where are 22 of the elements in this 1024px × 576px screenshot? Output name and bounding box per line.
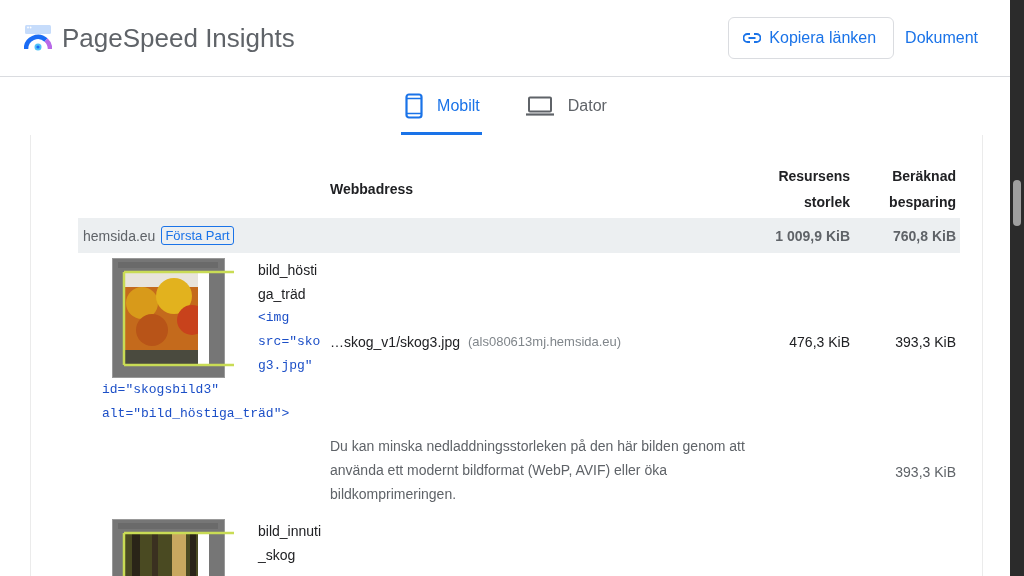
estimated-saving: 393,3 KiB (895, 333, 956, 350)
domain-name: hemsida.eu (82, 227, 156, 244)
device-tab[interactable]: Dator (521, 77, 609, 135)
column-header: Webbadress (330, 180, 413, 199)
estimated-saving: 393,3 KiB (895, 464, 956, 480)
column-header: Beräknad besparing (888, 167, 956, 212)
saving-description: Du kan minska nedladdningsstorleken på den här bilden genom att använda ett modernt bildformat (WebP, AVIF) eller öka bildkomprimeringen. (330, 437, 746, 504)
html-snippet: <img src="skog3.jpg" (258, 309, 322, 375)
node-label: bild_höstiga_träd (258, 261, 319, 304)
node-label: bild_innuti_skog (258, 522, 322, 565)
device-tab[interactable]: Mobilt (401, 77, 482, 135)
first-party-tag: Första Part (161, 226, 234, 245)
copy-link-button[interactable]: Kopiera länken (728, 17, 895, 59)
column-header: Resursens storlek (777, 167, 850, 212)
host-name: (als080613mj.hemsida.eu) (467, 334, 622, 349)
total-saving: 760,8 KiB (892, 227, 956, 244)
total-size: 1 009,9 KiB (775, 227, 850, 244)
resource-url: …skog_v1/skog3.jpg (330, 333, 460, 350)
app-title: PageSpeed Insights (62, 22, 295, 54)
html-snippet: id="skogsbild3" alt="bild_höstiga_träd"> (102, 381, 291, 423)
documentation-link[interactable]: Dokument (905, 29, 978, 47)
resource-size: 476,3 KiB (789, 333, 850, 350)
